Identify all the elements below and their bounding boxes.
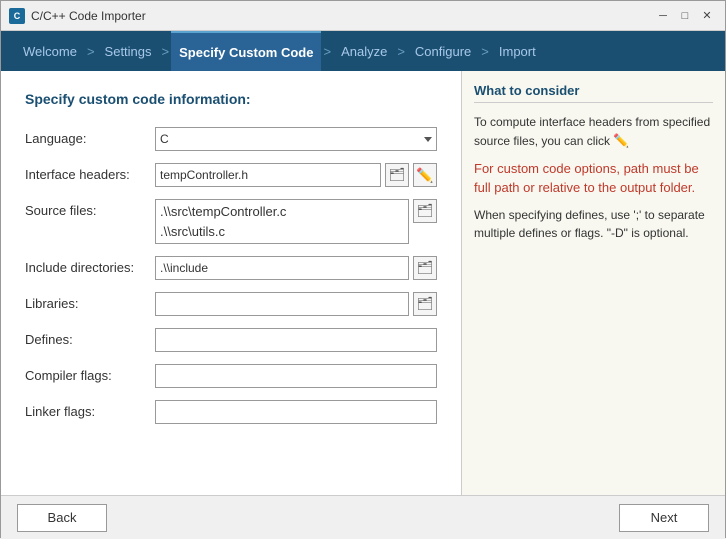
nav-item-analyze[interactable]: Analyze — [333, 31, 395, 71]
main-content: Specify custom code information: Languag… — [1, 71, 725, 495]
source-files-display: .\\src\tempController.c .\\src\utils.c — [155, 199, 409, 244]
title-bar-buttons: ─ □ ✕ — [653, 6, 717, 26]
interface-headers-browse-button[interactable]: 🗂 — [385, 163, 409, 187]
include-directories-controls: 🗂 — [155, 256, 437, 280]
form-panel: Specify custom code information: Languag… — [1, 71, 461, 495]
wizard-nav: Welcome > Settings > Specify Custom Code… — [1, 31, 725, 71]
linker-flags-controls — [155, 400, 437, 424]
compiler-flags-row: Compiler flags: — [25, 364, 437, 388]
defines-controls — [155, 328, 437, 352]
libraries-row: Libraries: 🗂 — [25, 292, 437, 316]
pen-reference-icon: ✏️ — [613, 133, 629, 148]
compiler-flags-input[interactable] — [155, 364, 437, 388]
interface-headers-row: Interface headers: 🗂 ✏️ — [25, 163, 437, 187]
nav-sep-2: > — [160, 44, 172, 59]
info-panel: What to consider To compute interface he… — [461, 71, 725, 495]
source-files-controls: .\\src\tempController.c .\\src\utils.c 🗂 — [155, 199, 437, 244]
footer: Back Next — [1, 495, 725, 539]
compiler-flags-controls — [155, 364, 437, 388]
info-text-1: To compute interface headers from specif… — [474, 113, 713, 151]
title-bar: C C/C++ Code Importer ─ □ ✕ — [1, 1, 725, 31]
language-label: Language: — [25, 127, 155, 146]
libraries-input[interactable] — [155, 292, 409, 316]
folder-icon: 🗂 — [417, 260, 434, 276]
app-icon: C — [9, 8, 25, 24]
language-select[interactable]: C C++ — [155, 127, 437, 151]
pen-icon: ✏️ — [416, 167, 433, 184]
nav-sep-5: > — [479, 44, 491, 59]
folder-icon: 🗂 — [389, 167, 406, 183]
folder-icon: 🗂 — [417, 203, 434, 219]
source-files-browse-button[interactable]: 🗂 — [413, 199, 437, 223]
interface-headers-generate-button[interactable]: ✏️ — [413, 163, 437, 187]
language-controls: C C++ — [155, 127, 437, 151]
nav-item-specify-custom-code[interactable]: Specify Custom Code — [171, 31, 321, 71]
info-text-2: For custom code options, path must be fu… — [474, 159, 713, 198]
info-panel-title: What to consider — [474, 83, 713, 103]
next-button[interactable]: Next — [619, 504, 709, 532]
interface-headers-label: Interface headers: — [25, 163, 155, 182]
back-button[interactable]: Back — [17, 504, 107, 532]
info-text-3: When specifying defines, use ';' to sepa… — [474, 206, 713, 242]
nav-sep-1: > — [85, 44, 97, 59]
libraries-browse-button[interactable]: 🗂 — [413, 292, 437, 316]
defines-input[interactable] — [155, 328, 437, 352]
form-title: Specify custom code information: — [25, 91, 437, 107]
libraries-label: Libraries: — [25, 292, 155, 311]
interface-headers-input[interactable] — [155, 163, 381, 187]
defines-label: Defines: — [25, 328, 155, 347]
minimize-button[interactable]: ─ — [653, 6, 673, 26]
close-button[interactable]: ✕ — [697, 6, 717, 26]
nav-item-welcome[interactable]: Welcome — [15, 31, 85, 71]
include-directories-input[interactable] — [155, 256, 409, 280]
source-files-label: Source files: — [25, 199, 155, 218]
language-row: Language: C C++ — [25, 127, 437, 151]
include-directories-browse-button[interactable]: 🗂 — [413, 256, 437, 280]
linker-flags-label: Linker flags: — [25, 400, 155, 419]
nav-item-configure[interactable]: Configure — [407, 31, 479, 71]
include-directories-row: Include directories: 🗂 — [25, 256, 437, 280]
restore-button[interactable]: □ — [675, 6, 695, 26]
linker-flags-row: Linker flags: — [25, 400, 437, 424]
include-directories-label: Include directories: — [25, 256, 155, 275]
linker-flags-input[interactable] — [155, 400, 437, 424]
title-bar-text: C/C++ Code Importer — [31, 9, 653, 23]
libraries-controls: 🗂 — [155, 292, 437, 316]
nav-sep-4: > — [395, 44, 407, 59]
defines-row: Defines: — [25, 328, 437, 352]
nav-sep-3: > — [321, 44, 333, 59]
source-files-row: Source files: .\\src\tempController.c .\… — [25, 199, 437, 244]
nav-item-settings[interactable]: Settings — [97, 31, 160, 71]
nav-item-import[interactable]: Import — [491, 31, 544, 71]
folder-icon: 🗂 — [417, 296, 434, 312]
interface-headers-controls: 🗂 ✏️ — [155, 163, 437, 187]
compiler-flags-label: Compiler flags: — [25, 364, 155, 383]
